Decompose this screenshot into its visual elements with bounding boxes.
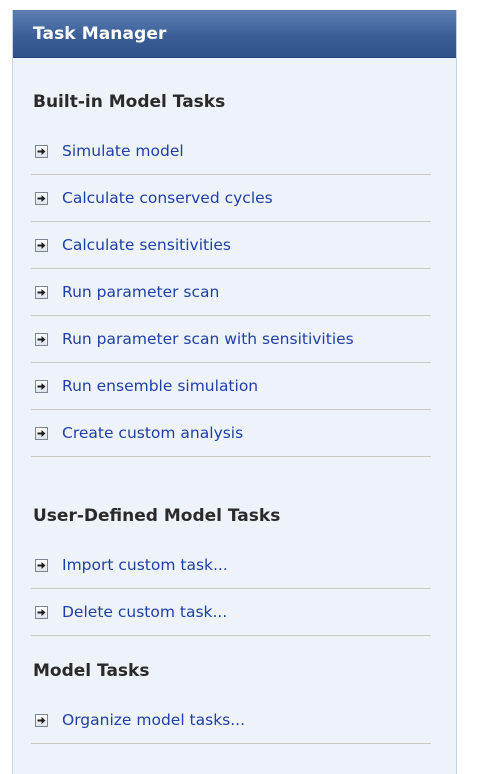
task-manager-panel: Task Manager Built-in Model Tasks Simula… — [12, 10, 457, 774]
task-simulate-model[interactable]: Simulate model — [31, 128, 431, 175]
task-label: Create custom analysis — [62, 424, 244, 442]
panel-title: Task Manager — [33, 23, 167, 44]
arrow-right-icon — [35, 379, 48, 393]
arrow-right-icon — [35, 144, 48, 158]
arrow-right-icon — [35, 191, 48, 205]
panel-header: Task Manager — [13, 10, 456, 58]
arrow-right-icon — [35, 605, 48, 619]
task-label: Simulate model — [62, 142, 184, 160]
task-run-ensemble-simulation[interactable]: Run ensemble simulation — [31, 363, 431, 410]
task-organize-model-tasks[interactable]: Organize model tasks... — [31, 697, 431, 744]
section-title-built-in: Built-in Model Tasks — [33, 92, 226, 112]
arrow-right-icon — [35, 713, 48, 727]
task-run-parameter-scan-with-sensitivities[interactable]: Run parameter scan with sensitivities — [31, 316, 431, 363]
task-label: Run parameter scan — [62, 283, 220, 301]
section-title-model-tasks: Model Tasks — [33, 661, 150, 681]
arrow-right-icon — [35, 285, 48, 299]
task-calculate-conserved-cycles[interactable]: Calculate conserved cycles — [31, 175, 431, 222]
task-calculate-sensitivities[interactable]: Calculate sensitivities — [31, 222, 431, 269]
task-label: Delete custom task... — [62, 603, 228, 621]
section-title-user-defined: User-Defined Model Tasks — [33, 506, 281, 526]
task-label: Calculate sensitivities — [62, 236, 231, 254]
task-create-custom-analysis[interactable]: Create custom analysis — [31, 410, 431, 457]
arrow-right-icon — [35, 332, 48, 346]
task-delete-custom-task[interactable]: Delete custom task... — [31, 589, 431, 636]
task-label: Organize model tasks... — [62, 711, 246, 729]
arrow-right-icon — [35, 426, 48, 440]
task-label: Run parameter scan with sensitivities — [62, 330, 354, 348]
task-import-custom-task[interactable]: Import custom task... — [31, 542, 431, 589]
arrow-right-icon — [35, 558, 48, 572]
arrow-right-icon — [35, 238, 48, 252]
task-label: Run ensemble simulation — [62, 377, 259, 395]
task-run-parameter-scan[interactable]: Run parameter scan — [31, 269, 431, 316]
task-label: Import custom task... — [62, 556, 228, 574]
task-label: Calculate conserved cycles — [62, 189, 273, 207]
